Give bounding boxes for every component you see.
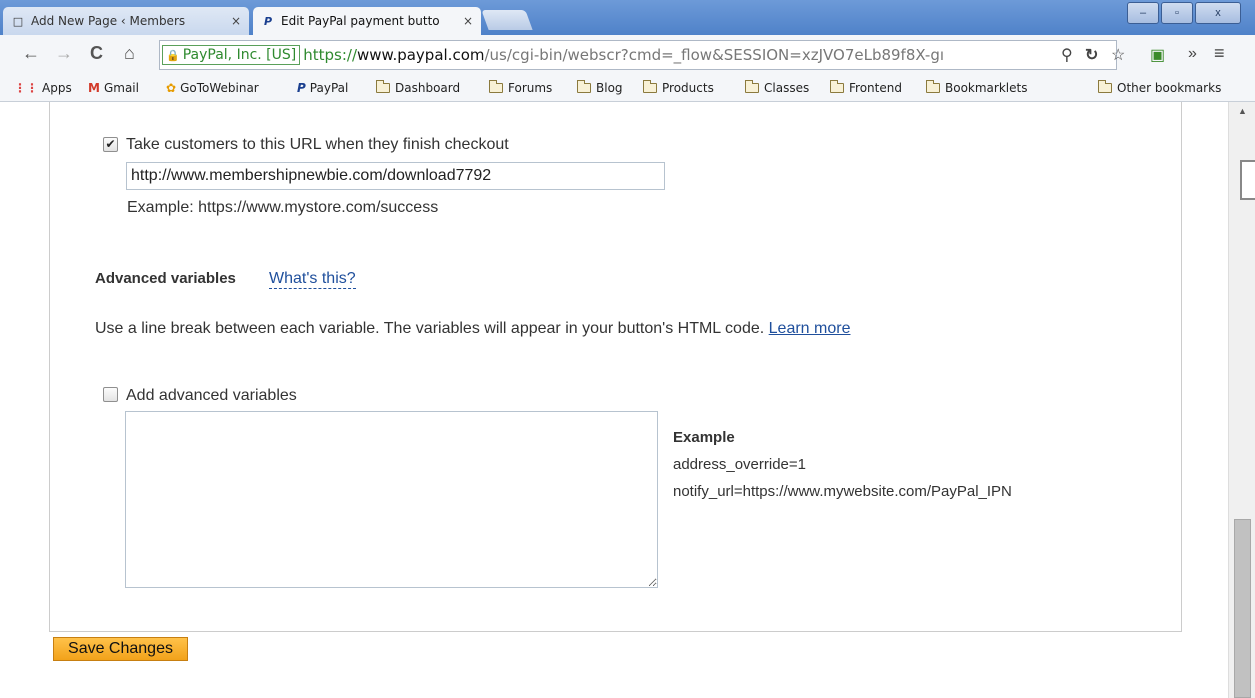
bookmark-gmail[interactable]: M Gmail (88, 81, 139, 95)
overflow-chevron-icon[interactable]: » (1188, 45, 1197, 63)
add-advanced-variables-label: Add advanced variables (126, 387, 297, 404)
star-icon[interactable]: ☆ (1111, 45, 1125, 65)
bookmark-blog[interactable]: Blog (577, 80, 623, 95)
example-line-1: address_override=1 (673, 456, 807, 473)
folder-icon (830, 80, 844, 93)
maximize-button[interactable]: ▫ (1161, 2, 1193, 24)
tab-title: Add New Page ‹ Members (31, 14, 186, 28)
bookmarks-bar: ⋮⋮ Apps M Gmail ✿ GoToWebinar P PayPal D… (0, 77, 1255, 102)
bookmark-label: Frontend (849, 81, 902, 95)
other-bookmarks-label: Other bookmarks (1117, 81, 1222, 95)
advanced-variables-description: Use a line break between each variable. … (95, 320, 850, 338)
ev-label: PayPal, Inc. [US] (182, 47, 297, 63)
add-advanced-variables-checkbox[interactable] (103, 387, 118, 402)
bookmark-apps[interactable]: ⋮⋮ Apps (14, 81, 72, 95)
side-panel-edge (1240, 160, 1255, 200)
checkout-url-checkbox[interactable]: ✔ (103, 137, 118, 152)
home-icon[interactable]: ⌂ (124, 43, 135, 64)
back-icon[interactable]: ← (22, 43, 40, 64)
bookmark-label: Bookmarklets (945, 81, 1028, 95)
bookmark-label: PayPal (309, 81, 349, 95)
checkout-url-label: Take customers to this URL when they fin… (126, 136, 509, 153)
lock-icon: 🔒 (166, 48, 180, 62)
bookmark-label: GoToWebinar (180, 81, 259, 95)
folder-icon (577, 80, 591, 93)
folder-icon (1098, 80, 1112, 93)
folder-icon (926, 80, 940, 93)
example-heading: Example (673, 429, 735, 446)
advanced-variables-heading: Advanced variables (95, 270, 236, 287)
extension-icon[interactable]: ↻ (1085, 45, 1098, 65)
window-controls: – ▫ x (1127, 2, 1241, 24)
tab-add-new-page[interactable]: □ Add New Page ‹ Members × (3, 7, 249, 35)
browser-toolbar: ← → C ⌂ 🔒 PayPal, Inc. [US] https:// www… (0, 35, 1255, 77)
bookmark-classes[interactable]: Classes (745, 80, 810, 95)
url-host: www.paypal.com (357, 46, 485, 64)
learn-more-link[interactable]: Learn more (769, 320, 851, 337)
bookmark-dashboard[interactable]: Dashboard (376, 80, 461, 95)
scroll-up-arrow-icon[interactable]: ▲ (1229, 106, 1255, 118)
advanced-variables-textarea[interactable] (125, 411, 658, 588)
minimize-button[interactable]: – (1127, 2, 1159, 24)
new-tab-button[interactable] (481, 10, 533, 30)
bookmark-label: Blog (596, 81, 623, 95)
bookmark-gotowebinar[interactable]: ✿ GoToWebinar (166, 81, 259, 95)
other-bookmarks[interactable]: Other bookmarks (1098, 80, 1222, 95)
bookmark-paypal[interactable]: P PayPal (297, 81, 348, 95)
scrollbar-thumb[interactable] (1234, 519, 1251, 698)
reload-icon[interactable]: C (90, 43, 103, 64)
extension-green-icon[interactable]: ▣ (1150, 45, 1165, 65)
bookmark-label: Forums (508, 81, 553, 95)
ev-certificate-badge[interactable]: 🔒 PayPal, Inc. [US] (162, 45, 301, 65)
tab-strip: □ Add New Page ‹ Members × P Edit PayPal… (0, 0, 1255, 35)
gmail-icon: M (88, 81, 100, 95)
checkout-url-example: Example: https://www.mystore.com/success (127, 199, 439, 216)
folder-icon (643, 80, 657, 93)
bookmark-label: Gmail (103, 81, 139, 95)
tab-title: Edit PayPal payment butto (281, 14, 440, 28)
tab-close-icon[interactable]: × (231, 14, 241, 28)
forward-icon[interactable]: → (55, 43, 73, 64)
bookmark-label: Apps (42, 81, 72, 95)
bookmark-label: Products (662, 81, 714, 95)
folder-icon (489, 80, 503, 93)
gotowebinar-icon: ✿ (166, 81, 177, 95)
folder-icon (376, 80, 390, 93)
bookmark-forums[interactable]: Forums (489, 80, 553, 95)
advanced-desc-text: Use a line break between each variable. … (95, 320, 765, 337)
folder-icon (745, 80, 759, 93)
checkout-url-input[interactable] (126, 162, 665, 190)
bookmark-label: Classes (764, 81, 810, 95)
zoom-icon[interactable]: ⚲ (1061, 45, 1073, 65)
tab-close-icon[interactable]: × (463, 14, 473, 28)
page-icon: □ (12, 14, 24, 28)
close-window-button[interactable]: x (1195, 2, 1241, 24)
bookmark-products[interactable]: Products (643, 80, 714, 95)
tab-edit-paypal[interactable]: P Edit PayPal payment butto × (253, 7, 481, 35)
url-scheme: https:// (303, 46, 358, 64)
paypal-icon: P (263, 14, 273, 28)
address-bar[interactable]: 🔒 PayPal, Inc. [US] https:// www.paypal.… (159, 40, 1117, 70)
save-changes-button[interactable]: Save Changes (53, 637, 188, 661)
bookmark-frontend[interactable]: Frontend (830, 80, 902, 95)
whats-this-link[interactable]: What's this? (269, 270, 356, 289)
paypal-icon: P (297, 81, 306, 95)
apps-icon: ⋮⋮ (14, 81, 38, 95)
url-path: /us/cgi-bin/webscr?cmd=_flow&SESSION=xzJ… (484, 46, 945, 64)
bookmark-label: Dashboard (395, 81, 461, 95)
bookmark-bookmarklets[interactable]: Bookmarklets (926, 80, 1028, 95)
example-line-2: notify_url=https://www.mywebsite.com/Pay… (673, 483, 1012, 500)
menu-icon[interactable]: ≡ (1214, 43, 1225, 64)
